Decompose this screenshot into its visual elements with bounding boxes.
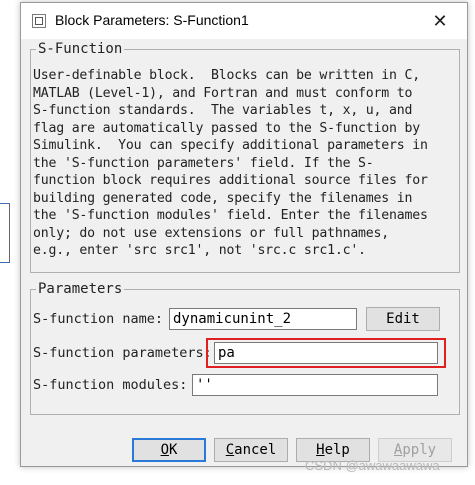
cancel-label-rest: ancel <box>234 442 277 458</box>
watermark: CSDN @awawaawawa <box>305 458 440 473</box>
window-icon <box>32 14 46 28</box>
cancel-mnemonic: C <box>225 442 235 458</box>
block-parameters-dialog: Block Parameters: S-Function1 ✕ S-Functi… <box>20 2 468 467</box>
sfunction-parameters-field[interactable]: pa <box>214 342 438 364</box>
parameters-group-title: Parameters <box>36 281 125 297</box>
sfunction-description: User-definable block. Blocks can be writ… <box>33 68 428 258</box>
ok-button[interactable]: OK <box>132 438 206 462</box>
close-icon[interactable]: ✕ <box>425 6 455 36</box>
apply-label-rest: pply <box>402 442 437 458</box>
sfunction-modules-field[interactable]: '' <box>192 374 438 396</box>
ok-label-rest: K <box>169 442 178 458</box>
sfunction-modules-label: S-function modules: <box>33 377 188 393</box>
window-title: Block Parameters: S-Function1 <box>55 12 249 28</box>
help-mnemonic: H <box>316 442 325 458</box>
title-bar: Block Parameters: S-Function1 ✕ <box>21 3 467 39</box>
help-label-rest: elp <box>324 442 350 458</box>
sfunction-name-label: S-function name: <box>33 311 164 327</box>
ok-mnemonic: O <box>160 442 169 458</box>
sfunction-name-field[interactable]: dynamicunint_2 <box>169 308 357 330</box>
sfunction-group-title: S-Function <box>36 41 125 57</box>
edit-button[interactable]: Edit <box>366 307 440 331</box>
sfunction-parameters-label: S-function parameters: <box>33 345 212 361</box>
background-canvas-block <box>0 203 10 263</box>
cancel-button[interactable]: Cancel <box>214 438 288 462</box>
